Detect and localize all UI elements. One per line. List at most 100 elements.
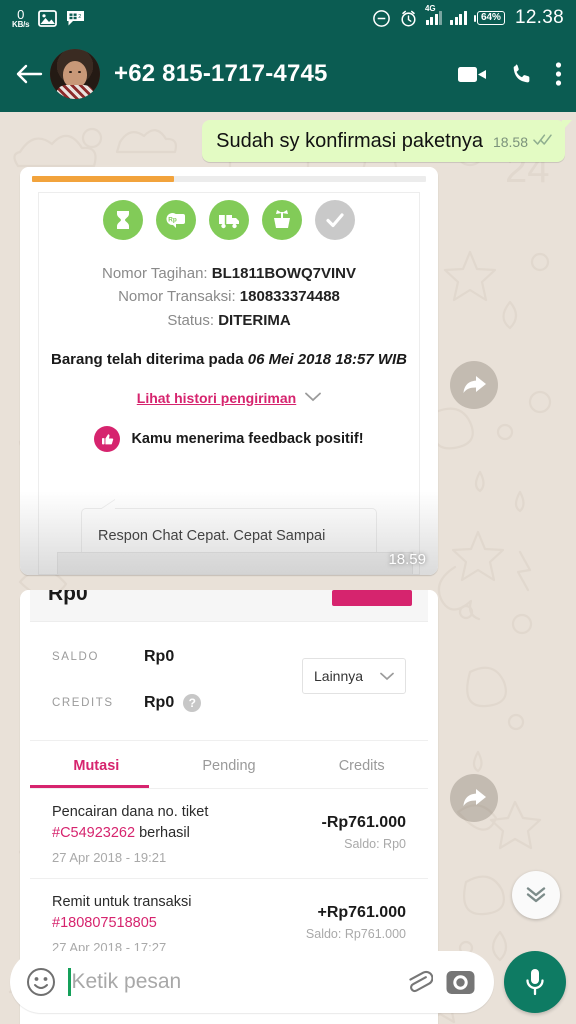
video-call-button[interactable]	[457, 63, 489, 85]
status-bar-left: 0 KB/s 2	[12, 8, 85, 29]
chat-body[interactable]: 24 Sudah sy konfirmasi paketnya 18.58 Rp…	[0, 112, 576, 1024]
status-label: Status:	[167, 311, 215, 329]
table-row[interactable]: Pencairan dana no. tiket #C54923262 berh…	[30, 788, 428, 878]
saldo-header-strip: Rp0	[30, 590, 428, 622]
attach-button[interactable]	[403, 967, 433, 997]
video-camera-icon	[458, 67, 486, 82]
tab-mutasi[interactable]: Mutasi	[30, 741, 163, 788]
nomor-tagihan-row: Nomor Tagihan: BL1811BOWQ7VINV	[39, 262, 419, 285]
lainnya-dropdown-value: Lainnya	[314, 668, 364, 684]
message-text: Sudah sy konfirmasi paketnya	[216, 130, 483, 152]
image-message-time: 18.59	[388, 551, 426, 568]
saldo-value: Rp0	[144, 648, 175, 665]
message-input-placeholder: Ketik pesan	[71, 970, 182, 993]
status-row: Status: DITERIMA	[39, 309, 419, 332]
avatar[interactable]	[50, 49, 100, 99]
whatsapp-chat-screen: 0 KB/s 2 4G 64% 12.38 +62 815-1717-4745 …	[0, 0, 576, 1024]
thumbs-up-icon	[94, 425, 121, 452]
open-box-icon	[262, 199, 302, 240]
shipping-history-row[interactable]: Lihat histori pengiriman	[39, 389, 419, 407]
image-message-transaction-status[interactable]: Rp Nomor Tagihan: BL1811BOWQ7VINV Nomor …	[20, 167, 438, 575]
nomor-transaksi-row: Nomor Transaksi: 180833374488	[39, 285, 419, 308]
nomor-tagihan-label: Nomor Tagihan:	[101, 265, 208, 282]
voice-record-button[interactable]	[504, 951, 566, 1013]
lainnya-dropdown[interactable]: Lainnya	[302, 658, 406, 694]
message-time: 18.58	[492, 134, 528, 150]
do-not-disturb-icon	[372, 9, 391, 28]
status-value: DITERIMA	[218, 311, 291, 329]
text-caret	[68, 968, 71, 996]
transaction-amounts: -Rp761.000 Saldo: Rp0	[322, 802, 407, 868]
transaction-date: 27 Apr 2018 - 19:21	[52, 850, 167, 866]
transaction-amount: +Rp761.000	[317, 903, 406, 921]
chat-header: +62 815-1717-4745	[0, 36, 576, 112]
network-speed-indicator: 0 KB/s	[12, 8, 30, 29]
forward-arrow-icon	[463, 789, 486, 806]
camera-icon	[446, 970, 475, 994]
signal-bars-4g-icon: 4G	[425, 4, 443, 25]
transaction-title: Remit untuk transaksi	[52, 893, 192, 910]
phone-icon	[513, 64, 530, 83]
transaction-balance: Saldo: Rp761.000	[305, 926, 406, 941]
emoji-smiley-icon[interactable]	[26, 967, 56, 997]
outgoing-message-bubble[interactable]: Sudah sy konfirmasi paketnya 18.58	[202, 120, 572, 162]
more-options-button[interactable]	[555, 61, 562, 87]
hourglass-icon	[103, 199, 143, 240]
double-check-icon	[533, 133, 553, 151]
transaction-ticket[interactable]: #C54923262	[52, 825, 135, 841]
back-button[interactable]	[10, 62, 48, 86]
forward-message-button[interactable]	[450, 774, 498, 822]
transaction-title-suffix: berhasil	[135, 825, 190, 842]
message-input-pill[interactable]: Ketik pesan	[10, 951, 494, 1013]
voice-call-button[interactable]	[509, 61, 535, 87]
received-line: Barang telah diterima pada 06 Mei 2018 1…	[39, 351, 419, 368]
svg-text:Rp: Rp	[168, 216, 177, 223]
help-icon[interactable]: ?	[183, 694, 202, 712]
payment-icon: Rp	[156, 199, 196, 240]
bbm-message-icon: 2	[66, 10, 85, 27]
scroll-to-bottom-button[interactable]	[512, 871, 560, 919]
transaction-title: Pencairan dana no. tiket	[52, 804, 209, 820]
received-prefix: Barang telah diterima pada	[51, 350, 248, 368]
nomor-transaksi-label: Nomor Transaksi:	[118, 288, 236, 306]
chevron-down-icon	[305, 389, 322, 407]
more-vertical-icon	[555, 62, 562, 86]
feedback-row: Kamu menerima feedback positif!	[39, 425, 419, 452]
nomor-tagihan-value: BL1811BOWQ7VINV	[211, 265, 356, 282]
status-bar-clock: 12.38	[514, 7, 564, 28]
tab-pending[interactable]: Pending	[163, 741, 296, 788]
message-meta: 18.58	[493, 133, 553, 153]
saldo-tabs: Mutasi Pending Credits	[30, 740, 428, 788]
transaction-info-block: Nomor Tagihan: BL1811BOWQ7VINV Nomor Tra…	[38, 246, 420, 575]
nomor-transaksi-value: 180833374488	[239, 288, 340, 306]
contact-name[interactable]: +62 815-1717-4745	[114, 60, 457, 88]
feedback-text: Kamu menerima feedback positif!	[131, 430, 364, 447]
tab-credits[interactable]: Credits	[295, 741, 428, 788]
network-type-label: 4G	[424, 4, 436, 13]
truck-icon	[209, 199, 249, 240]
battery-indicator: 64%	[473, 11, 505, 25]
status-bar-right: 4G 64% 12.38	[372, 4, 564, 29]
check-circle-icon	[315, 199, 355, 240]
screenshot-transaction: Rp Nomor Tagihan: BL1811BOWQ7VINV Nomor …	[20, 167, 438, 575]
camera-button[interactable]	[445, 967, 476, 998]
double-chevron-down-icon	[526, 887, 546, 903]
order-status-icons: Rp	[38, 192, 420, 246]
forward-message-button[interactable]	[450, 361, 498, 409]
network-speed-unit: KB/s	[12, 19, 30, 29]
arrow-left-icon	[16, 64, 43, 84]
header-actions	[457, 61, 562, 87]
credits-value: Rp0	[144, 694, 175, 711]
message-input-bar: Ketik pesan	[0, 940, 576, 1024]
transaction-ticket[interactable]: #180807518805	[52, 915, 157, 931]
svg-text:2: 2	[79, 14, 82, 20]
transaction-balance: Saldo: Rp0	[344, 837, 406, 851]
feedback-quote-text: Respon Chat Cepat. Cepat Sampai	[98, 528, 326, 544]
alarm-icon	[399, 9, 418, 28]
search-field-wrapper[interactable]: Ketik pesan	[68, 962, 391, 1002]
saldo-action-button[interactable]	[332, 590, 412, 606]
status-bar: 0 KB/s 2 4G 64% 12.38	[0, 0, 576, 36]
shipping-history-link[interactable]: Lihat histori pengiriman	[137, 390, 296, 406]
forward-arrow-icon	[463, 376, 486, 393]
saldo-label: SALDO	[52, 651, 99, 663]
